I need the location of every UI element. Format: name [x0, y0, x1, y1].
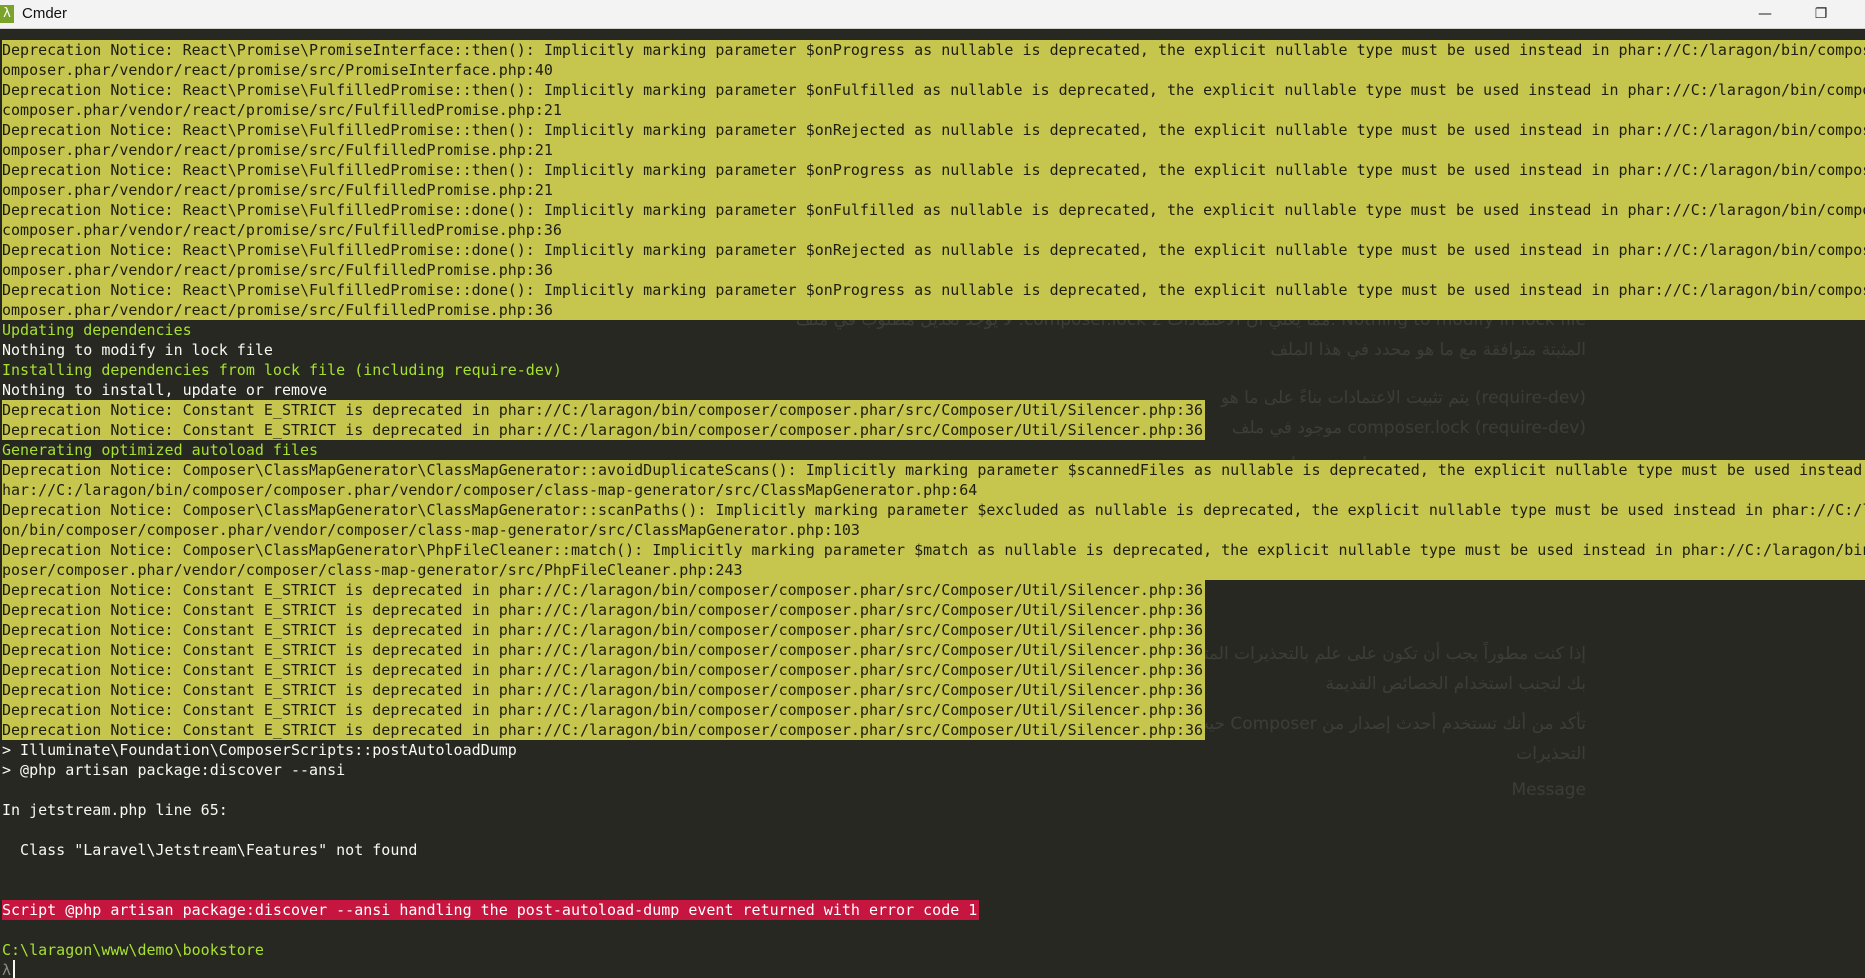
terminal-line: omposer.phar/vendor/react/promise/src/Fu…	[0, 140, 1865, 160]
terminal-output[interactable]: Deprecation Notice: React\Promise\Promis…	[0, 40, 1865, 978]
terminal-line-text: Updating dependencies	[2, 321, 192, 339]
terminal-line-text: omposer.phar/vendor/react/promise/src/Fu…	[2, 140, 1865, 160]
terminal-line-text: Deprecation Notice: Constant E_STRICT is…	[2, 580, 1206, 600]
terminal-line: > @php artisan package:discover --ansi	[0, 760, 1865, 780]
terminal-line: Deprecation Notice: React\Promise\Fulfil…	[0, 80, 1865, 100]
terminal-line: Deprecation Notice: Constant E_STRICT is…	[0, 420, 1865, 440]
terminal-line: Deprecation Notice: React\Promise\Fulfil…	[0, 160, 1865, 180]
terminal-line: omposer.phar/vendor/react/promise/src/Fu…	[0, 300, 1865, 320]
terminal-line: omposer.phar/vendor/react/promise/src/Pr…	[0, 60, 1865, 80]
terminal-line-text: C:\laragon\www\demo\bookstore	[2, 941, 264, 959]
terminal-line-text: Installing dependencies from lock file (…	[2, 361, 562, 379]
terminal-line: Deprecation Notice: Constant E_STRICT is…	[0, 700, 1865, 720]
terminal-line-text: Deprecation Notice: Constant E_STRICT is…	[2, 680, 1206, 700]
terminal-line-text: Deprecation Notice: Constant E_STRICT is…	[2, 620, 1206, 640]
terminal-line: Nothing to install, update or remove	[0, 380, 1865, 400]
terminal-line: Installing dependencies from lock file (…	[0, 360, 1865, 380]
terminal-line-text: Deprecation Notice: Constant E_STRICT is…	[2, 720, 1206, 740]
terminal-line-text: Nothing to install, update or remove	[2, 381, 328, 399]
terminal-line: Deprecation Notice: Constant E_STRICT is…	[0, 600, 1865, 620]
terminal-line: Script @php artisan package:discover --a…	[0, 900, 1865, 920]
terminal-line: omposer.phar/vendor/react/promise/src/Fu…	[0, 260, 1865, 280]
terminal-line: poser/composer.phar/vendor/composer/clas…	[0, 560, 1865, 580]
terminal-line: Deprecation Notice: Composer\ClassMapGen…	[0, 460, 1865, 480]
terminal-line-text: omposer.phar/vendor/react/promise/src/Fu…	[2, 260, 1865, 280]
terminal-line-text: Deprecation Notice: Composer\ClassMapGen…	[2, 540, 1865, 560]
terminal-line: Deprecation Notice: React\Promise\Fulfil…	[0, 120, 1865, 140]
terminal-line: Deprecation Notice: Constant E_STRICT is…	[0, 720, 1865, 740]
terminal-line: Deprecation Notice: Composer\ClassMapGen…	[0, 540, 1865, 560]
terminal-line: > Illuminate\Foundation\ComposerScripts:…	[0, 740, 1865, 760]
terminal-line: composer.phar/vendor/react/promise/src/F…	[0, 220, 1865, 240]
terminal-line: Deprecation Notice: Constant E_STRICT is…	[0, 660, 1865, 680]
terminal-line-text: omposer.phar/vendor/react/promise/src/Fu…	[2, 300, 1865, 320]
terminal-line: Class "Laravel\Jetstream\Features" not f…	[0, 840, 1865, 860]
terminal-line-text: omposer.phar/vendor/react/promise/src/Fu…	[2, 180, 1865, 200]
terminal-line-text: Deprecation Notice: Composer\ClassMapGen…	[2, 460, 1865, 480]
terminal-line-text: Deprecation Notice: Constant E_STRICT is…	[2, 600, 1206, 620]
lambda-icon: λ	[0, 5, 14, 23]
terminal-line-text: > Illuminate\Foundation\ComposerScripts:…	[2, 741, 517, 759]
terminal-line: Deprecation Notice: React\Promise\Promis…	[0, 40, 1865, 60]
terminal-line: Deprecation Notice: Constant E_STRICT is…	[0, 580, 1865, 600]
terminal-line-text: Deprecation Notice: React\Promise\Fulfil…	[2, 80, 1865, 100]
terminal-line: Deprecation Notice: React\Promise\Fulfil…	[0, 200, 1865, 220]
terminal-line-text: Deprecation Notice: Constant E_STRICT is…	[2, 640, 1206, 660]
terminal-line: Nothing to modify in lock file	[0, 340, 1865, 360]
title-bar[interactable]: λ Cmder — ❐	[0, 0, 1865, 29]
terminal-line: Deprecation Notice: Constant E_STRICT is…	[0, 400, 1865, 420]
terminal-line: har://C:/laragon/bin/composer/composer.p…	[0, 480, 1865, 500]
terminal-line-text: Deprecation Notice: React\Promise\Fulfil…	[2, 200, 1865, 220]
terminal-line-text: on/bin/composer/composer.phar/vendor/com…	[2, 520, 1865, 540]
window-title: Cmder	[22, 5, 68, 22]
terminal-line: Deprecation Notice: Constant E_STRICT is…	[0, 620, 1865, 640]
terminal-line: omposer.phar/vendor/react/promise/src/Fu…	[0, 180, 1865, 200]
cmder-window: λ Cmder — ❐ لا يوجد تعديل مطلوب في ملف .…	[0, 0, 1865, 978]
terminal-line-text: Deprecation Notice: React\Promise\Fulfil…	[2, 240, 1865, 260]
terminal-line-text: composer.phar/vendor/react/promise/src/F…	[2, 100, 1865, 120]
error-message: Script @php artisan package:discover --a…	[2, 900, 980, 920]
terminal-line-text: Class "Laravel\Jetstream\Features" not f…	[2, 841, 418, 859]
terminal-line-text: poser/composer.phar/vendor/composer/clas…	[2, 560, 1865, 580]
terminal-line-text: In jetstream.php line 65:	[2, 801, 228, 819]
terminal-line-text: Deprecation Notice: Constant E_STRICT is…	[2, 400, 1206, 420]
terminal-line-text: omposer.phar/vendor/react/promise/src/Pr…	[2, 60, 1865, 80]
terminal-line-text: composer.phar/vendor/react/promise/src/F…	[2, 220, 1865, 240]
terminal-line: Deprecation Notice: React\Promise\Fulfil…	[0, 240, 1865, 260]
terminal-line-text: > @php artisan package:discover --ansi	[2, 761, 346, 779]
terminal-line: Updating dependencies	[0, 320, 1865, 340]
prompt-line[interactable]: λ	[0, 960, 1865, 978]
terminal-line: Deprecation Notice: React\Promise\Fulfil…	[0, 280, 1865, 300]
terminal-line-text: Generating optimized autoload files	[2, 441, 319, 459]
terminal-line: Deprecation Notice: Constant E_STRICT is…	[0, 640, 1865, 660]
terminal-line-text: Nothing to modify in lock file	[2, 341, 273, 359]
terminal-line: on/bin/composer/composer.phar/vendor/com…	[0, 520, 1865, 540]
terminal-line-text: Deprecation Notice: Constant E_STRICT is…	[2, 700, 1206, 720]
prompt-symbol: λ	[2, 961, 12, 978]
terminal-line-text: Deprecation Notice: Constant E_STRICT is…	[2, 420, 1206, 440]
terminal-line-text: Deprecation Notice: React\Promise\Fulfil…	[2, 120, 1865, 140]
text-cursor	[13, 960, 16, 978]
terminal-line: composer.phar/vendor/react/promise/src/F…	[0, 100, 1865, 120]
terminal-line-text: Deprecation Notice: React\Promise\Fulfil…	[2, 160, 1865, 180]
terminal-line-text: Deprecation Notice: Composer\ClassMapGen…	[2, 500, 1865, 520]
terminal-line: Generating optimized autoload files	[0, 440, 1865, 460]
terminal-line-text: Deprecation Notice: React\Promise\Fulfil…	[2, 280, 1865, 300]
terminal-line: In jetstream.php line 65:	[0, 800, 1865, 820]
terminal-line: C:\laragon\www\demo\bookstore	[0, 940, 1865, 960]
restore-button[interactable]: ❐	[1798, 0, 1844, 28]
terminal-line-text: har://C:/laragon/bin/composer/composer.p…	[2, 480, 1865, 500]
minimize-button[interactable]: —	[1742, 0, 1788, 28]
terminal-line: Deprecation Notice: Constant E_STRICT is…	[0, 680, 1865, 700]
terminal-line: Deprecation Notice: Composer\ClassMapGen…	[0, 500, 1865, 520]
terminal-line-text: Deprecation Notice: React\Promise\Promis…	[2, 40, 1865, 60]
terminal-line-text: Deprecation Notice: Constant E_STRICT is…	[2, 660, 1206, 680]
